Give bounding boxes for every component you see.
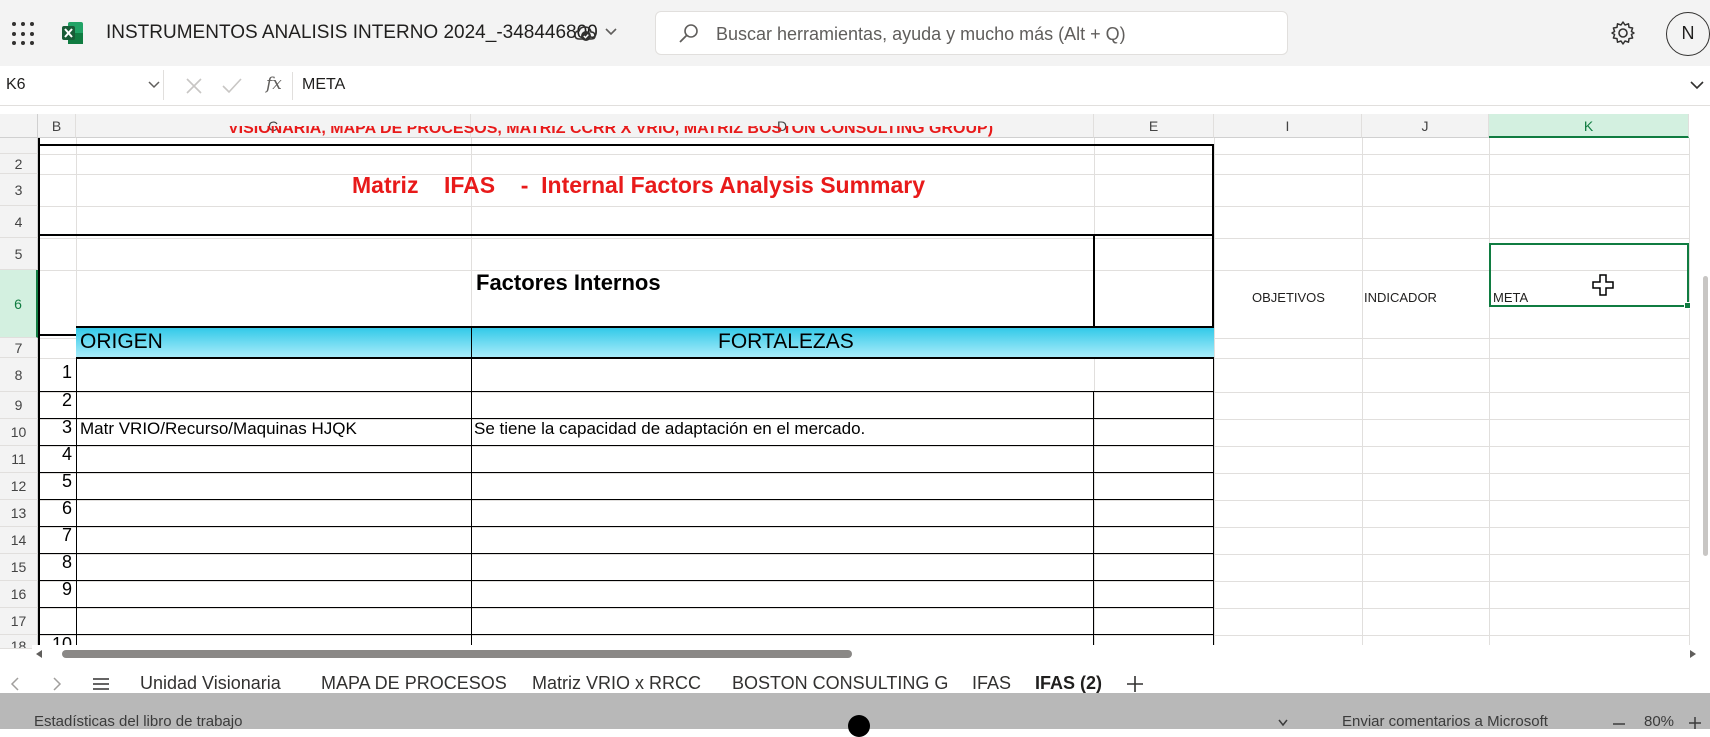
row-number[interactable]: 4	[36, 444, 72, 465]
vertical-scrollbar[interactable]	[1703, 276, 1708, 556]
status-dot	[848, 715, 870, 737]
formula-bar: K6 fx META	[0, 66, 1710, 106]
check-icon[interactable]	[221, 77, 243, 95]
divider	[292, 72, 293, 100]
row-header[interactable]: 7	[0, 338, 38, 358]
chevron-left-icon[interactable]	[10, 677, 20, 691]
feedback-link[interactable]: Enviar comentarios a Microsoft	[1342, 713, 1548, 730]
scroll-right-icon[interactable]	[1688, 649, 1698, 659]
row-number[interactable]: 2	[36, 390, 72, 411]
fortaleza-cell[interactable]: Se tiene la capacidad de adaptación en e…	[474, 419, 865, 439]
fortalezas-header[interactable]: FORTALEZAS	[718, 330, 854, 354]
row-number[interactable]: 5	[36, 471, 72, 492]
spreadsheet-grid[interactable]: B C D E I J K 2 3 4 5 6 7 8 9 10 11 12 1…	[0, 106, 1710, 649]
row-header[interactable]: 3	[0, 174, 38, 206]
row-number[interactable]: 7	[36, 525, 72, 546]
row-header[interactable]: 11	[0, 446, 38, 473]
origen-cell[interactable]: Matr VRIO/Recurso/Maquinas HJQK	[80, 419, 357, 439]
horizontal-scrollbar[interactable]	[32, 645, 1702, 663]
column-header[interactable]: I	[1214, 114, 1362, 138]
chevron-down-icon[interactable]	[148, 80, 160, 90]
saved-status-icon[interactable]	[574, 24, 596, 44]
gear-icon[interactable]	[1610, 20, 1636, 46]
search-icon	[679, 24, 698, 43]
factores-internos-label[interactable]: Factores Internos	[476, 270, 661, 296]
tab-unidad-visionaria[interactable]: Unidad Visionaria	[140, 673, 281, 694]
column-header[interactable]: E	[1094, 114, 1214, 138]
document-title[interactable]: INSTRUMENTOS ANALISIS INTERNO 2024_-3484…	[106, 22, 598, 44]
sheet-tab-bar: Unidad Visionaria MAPA DE PROCESOS Matri…	[0, 665, 1710, 705]
row-header[interactable]: 17	[0, 608, 38, 635]
row-header[interactable]: 12	[0, 473, 38, 500]
title-bar: INSTRUMENTOS ANALISIS INTERNO 2024_-3484…	[0, 0, 1710, 66]
zoom-out-icon[interactable]	[1612, 722, 1626, 726]
row-header[interactable]: 5	[0, 238, 38, 270]
row-number[interactable]: 6	[36, 498, 72, 519]
workbook-stats[interactable]: Estadísticas del libro de trabajo	[34, 713, 242, 730]
objetivos-label[interactable]: OBJETIVOS	[1252, 290, 1325, 305]
name-box[interactable]: K6	[0, 70, 164, 100]
row-number[interactable]: 3	[36, 417, 72, 438]
scroll-left-icon[interactable]	[34, 649, 44, 659]
column-header[interactable]: J	[1362, 114, 1489, 138]
row-header[interactable]: 14	[0, 527, 38, 554]
chevron-right-icon[interactable]	[52, 677, 62, 691]
row-header[interactable]: 9	[0, 392, 38, 419]
tab-ifas[interactable]: IFAS	[972, 673, 1011, 694]
chevron-down-icon[interactable]	[604, 24, 618, 38]
avatar[interactable]: N	[1666, 12, 1710, 56]
row-header[interactable]: 4	[0, 206, 38, 238]
tab-matriz-vrio[interactable]: Matriz VRIO x RRCC	[532, 673, 701, 694]
row-header[interactable]: 15	[0, 554, 38, 581]
status-bar: Estadísticas del libro de trabajo Enviar…	[0, 693, 1710, 737]
search-input[interactable]: Buscar herramientas, ayuda y mucho más (…	[655, 11, 1288, 55]
insert-function-icon[interactable]: fx	[266, 74, 282, 94]
select-all-corner[interactable]	[0, 114, 38, 138]
tab-boston-consulting[interactable]: BOSTON CONSULTING G	[732, 673, 948, 694]
formula-input[interactable]: META	[302, 76, 345, 94]
table-header-band	[76, 327, 1214, 357]
all-sheets-menu-icon[interactable]	[92, 677, 110, 691]
chevron-down-icon[interactable]	[1690, 80, 1704, 90]
row-number[interactable]: 8	[36, 552, 72, 573]
zoom-level[interactable]: 80%	[1644, 713, 1674, 730]
row-header[interactable]	[0, 138, 38, 154]
add-sheet-icon[interactable]	[1126, 675, 1144, 693]
tab-ifas-2[interactable]: IFAS (2)	[1035, 673, 1102, 694]
tab-mapa-de-procesos[interactable]: MAPA DE PROCESOS	[321, 673, 507, 694]
fill-handle[interactable]	[1684, 302, 1691, 309]
row-header[interactable]: 16	[0, 581, 38, 608]
search-placeholder: Buscar herramientas, ayuda y mucho más (…	[716, 24, 1126, 44]
row-header[interactable]: 8	[0, 358, 38, 392]
cell-cursor-icon	[1592, 274, 1614, 296]
column-header[interactable]: B	[38, 114, 76, 138]
row-number[interactable]: 1	[36, 362, 72, 383]
cancel-icon[interactable]	[185, 77, 203, 95]
row-header[interactable]: 2	[0, 154, 38, 174]
horizontal-scrollbar-thumb[interactable]	[62, 650, 852, 658]
active-cell-outline[interactable]	[1489, 243, 1689, 307]
excel-logo-icon	[62, 22, 83, 44]
zoom-in-icon[interactable]	[1688, 716, 1702, 730]
row-header[interactable]: 6	[0, 270, 38, 338]
column-header[interactable]: K	[1489, 114, 1689, 138]
row-header[interactable]: 10	[0, 419, 38, 446]
origen-header[interactable]: ORIGEN	[80, 330, 163, 354]
row-number[interactable]: 9	[36, 579, 72, 600]
indicador-label[interactable]: INDICADOR	[1364, 290, 1437, 305]
row-header[interactable]: 13	[0, 500, 38, 527]
page-title[interactable]: Matriz IFAS - Internal Factors Analysis …	[352, 172, 925, 199]
chevron-down-icon[interactable]	[1278, 719, 1288, 727]
app-launcher-icon[interactable]	[12, 22, 36, 46]
